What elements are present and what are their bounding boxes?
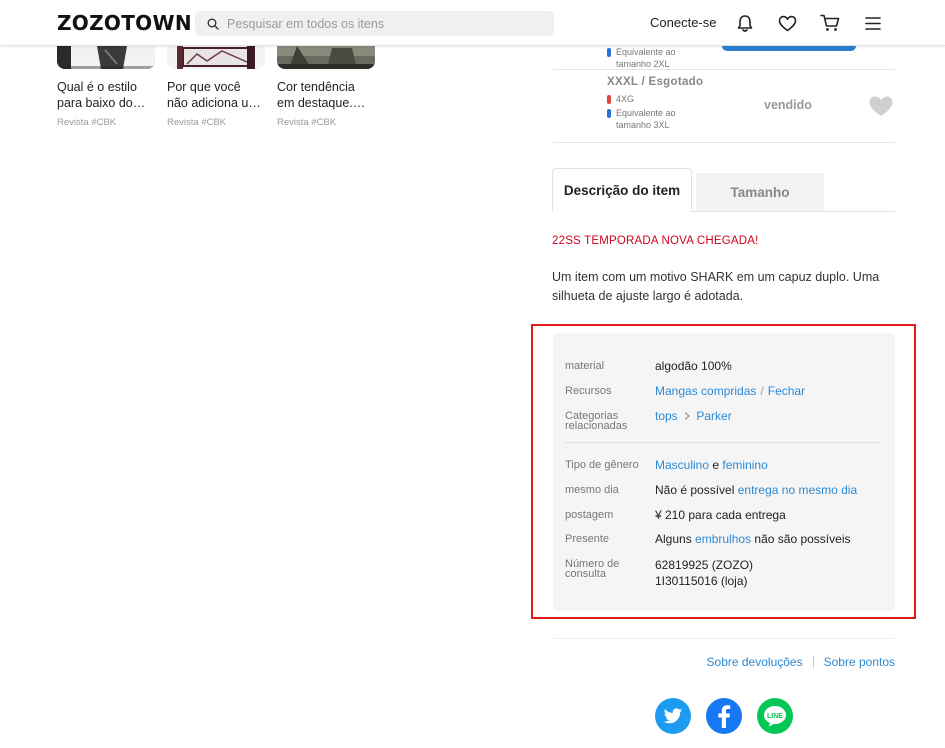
- article-title[interactable]: Por que você não adiciona u…: [167, 79, 267, 111]
- site-logo[interactable]: ZOZOTOWN: [57, 11, 192, 35]
- cart-icon[interactable]: [820, 13, 840, 33]
- search-input[interactable]: [227, 16, 527, 31]
- article-title-line: para baixo do…: [57, 96, 146, 110]
- search-icon: [207, 18, 219, 30]
- article-title-line: não adiciona u…: [167, 96, 261, 110]
- highlight-box: [531, 324, 916, 619]
- returns-link[interactable]: Sobre devoluções: [707, 655, 803, 669]
- promo-text: 22SS TEMPORADA NOVA CHEGADA!: [552, 235, 759, 247]
- equivalent-size-note: Equivalente ao: [607, 46, 676, 58]
- size-label: XXXL / Esgotado: [607, 76, 704, 88]
- article-title[interactable]: Qual é o estilo para baixo do…: [57, 79, 157, 111]
- row-divider: [553, 142, 895, 143]
- article-card[interactable]: Cor tendência em destaque.… Revista #CBK: [277, 46, 377, 128]
- women-size-note: 4XG: [607, 93, 703, 105]
- article-tag: Revista #CBK: [57, 117, 117, 128]
- sold-out-status: vendido: [764, 98, 812, 112]
- facebook-icon: [718, 705, 731, 728]
- points-link[interactable]: Sobre pontos: [824, 655, 895, 669]
- article-tag: Revista #CBK: [277, 117, 337, 128]
- item-description: Um item com um motivo SHARK em um capuz …: [552, 270, 880, 303]
- women-size-value: 4XG: [616, 94, 635, 104]
- twitter-share-button[interactable]: [655, 698, 691, 734]
- size-row-2xl: Equivalente ao tamanho 2XL: [607, 46, 676, 70]
- article-tag: Revista #CBK: [167, 117, 227, 128]
- size-row-xxxl: XXXL / Esgotado 4XG Equivalente ao taman…: [607, 76, 703, 131]
- article-title[interactable]: Cor tendência em destaque.…: [277, 79, 377, 111]
- equivalent-label: Equivalente ao: [616, 108, 676, 118]
- add-to-cart-button[interactable]: [722, 46, 856, 51]
- article-title-line: Por que você: [167, 80, 241, 94]
- policy-links: Sobre devoluções Sobre pontos: [707, 655, 895, 669]
- article-card[interactable]: Qual é o estilo para baixo do… Revista #…: [57, 46, 157, 128]
- row-divider: [553, 69, 895, 70]
- article-title-line: Qual é o estilo: [57, 80, 137, 94]
- equivalent-label: Equivalente ao: [616, 47, 676, 57]
- line-icon: LINE: [764, 706, 786, 727]
- men-figure-icon: [607, 47, 611, 57]
- bell-icon[interactable]: [735, 13, 755, 33]
- site-header: ZOZOTOWN Conecte-se: [0, 0, 945, 46]
- footer-divider: [553, 638, 895, 639]
- men-figure-icon: [607, 108, 611, 118]
- menu-icon[interactable]: [863, 13, 883, 33]
- favorite-heart-icon[interactable]: [868, 95, 894, 119]
- line-share-button[interactable]: LINE: [757, 698, 793, 734]
- line-logo-text: LINE: [767, 713, 783, 720]
- twitter-icon: [663, 707, 683, 723]
- detail-tabs: Descrição do item Tamanho: [552, 168, 895, 212]
- equivalent-size-note: Equivalente ao: [607, 107, 703, 119]
- favorites-heart-icon[interactable]: [777, 13, 797, 33]
- link-separator: [812, 656, 814, 668]
- women-figure-icon: [607, 94, 611, 104]
- article-card[interactable]: Por que você não adiciona u… Revista #CB…: [167, 46, 267, 128]
- article-title-line: em destaque.…: [277, 96, 366, 110]
- tab-size[interactable]: Tamanho: [696, 173, 824, 211]
- article-thumbnail[interactable]: [167, 46, 265, 69]
- facebook-share-button[interactable]: [706, 698, 742, 734]
- tab-item-description[interactable]: Descrição do item: [552, 168, 692, 212]
- article-title-line: Cor tendência: [277, 80, 355, 94]
- equivalent-size-value: tamanho 3XL: [616, 120, 670, 130]
- login-link[interactable]: Conecte-se: [650, 15, 716, 30]
- article-thumbnail[interactable]: [57, 46, 155, 69]
- search-bar[interactable]: [195, 11, 554, 36]
- article-thumbnail[interactable]: [277, 46, 375, 69]
